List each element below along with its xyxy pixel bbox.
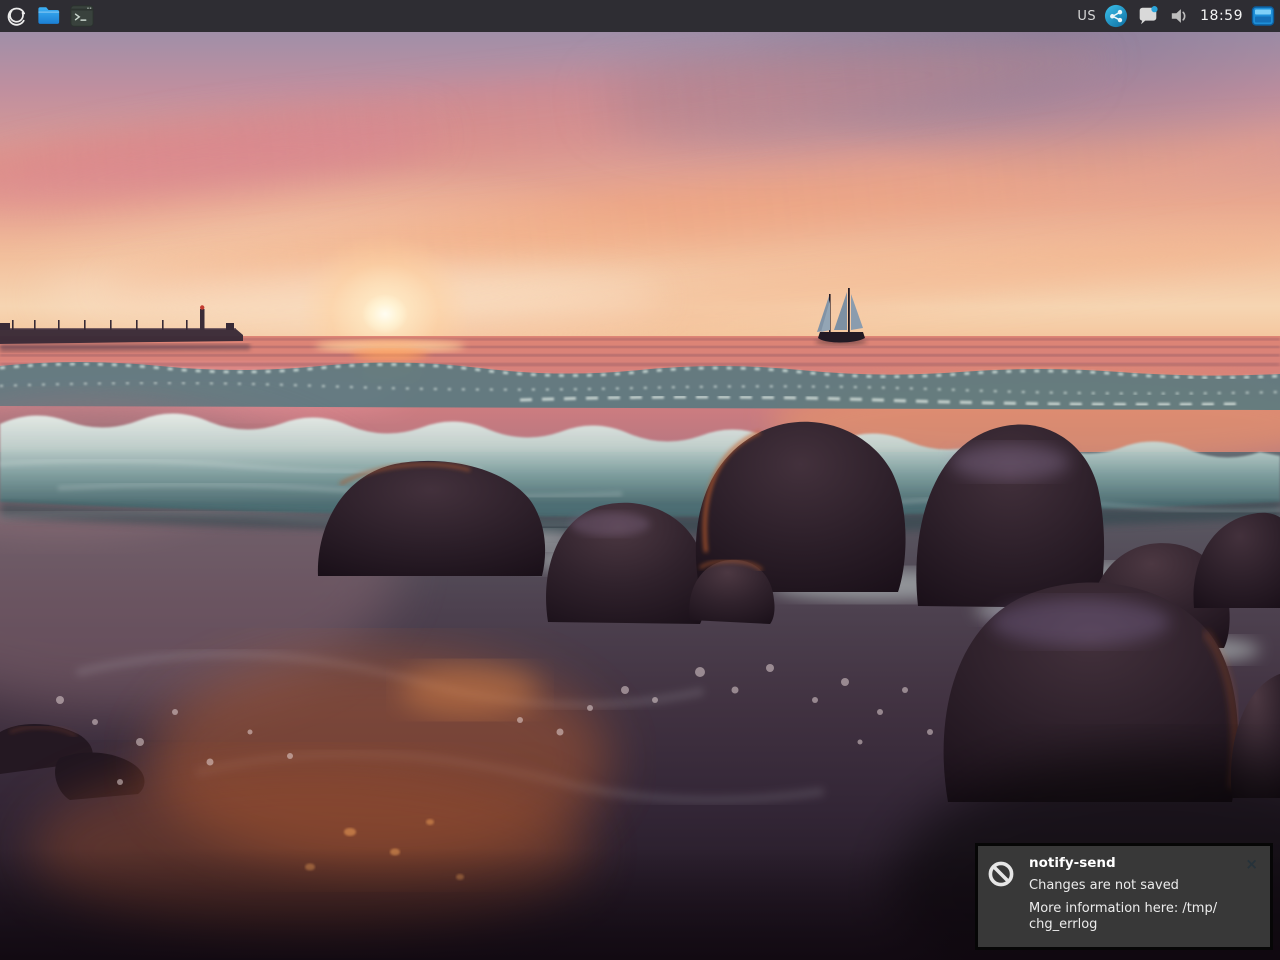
- launcher-group: [0, 4, 94, 28]
- seascape-scene: [0, 32, 1280, 960]
- window-list-icon[interactable]: [1251, 4, 1275, 28]
- distro-menu-icon[interactable]: [4, 4, 28, 28]
- desktop-wallpaper: [0, 32, 1280, 960]
- notification-text: notify-send Changes are not saved More i…: [1029, 855, 1222, 947]
- clock[interactable]: 18:59: [1200, 8, 1243, 24]
- top-panel: US 18:59: [0, 0, 1280, 32]
- network-share-icon[interactable]: [1104, 4, 1128, 28]
- system-tray: US 18:59: [1077, 4, 1280, 28]
- volume-icon[interactable]: [1168, 4, 1192, 28]
- sailboat: [815, 288, 867, 345]
- clipboard-notes-icon[interactable]: [1136, 4, 1160, 28]
- notification-summary: Changes are not saved: [1029, 878, 1222, 893]
- close-icon[interactable]: ×: [1245, 855, 1258, 873]
- terminal-icon[interactable]: [70, 4, 94, 28]
- file-manager-icon[interactable]: [37, 4, 61, 28]
- notification-app-name: notify-send: [1029, 855, 1222, 871]
- keyboard-layout-indicator[interactable]: US: [1077, 9, 1096, 24]
- notification-popup[interactable]: notify-send Changes are not saved More i…: [975, 843, 1273, 950]
- lighthouse: [200, 305, 205, 330]
- notification-body: More information here: /tmp/chg_errlog: [1029, 901, 1222, 933]
- breakwater-pier: [0, 305, 250, 352]
- prohibited-icon: [988, 861, 1014, 887]
